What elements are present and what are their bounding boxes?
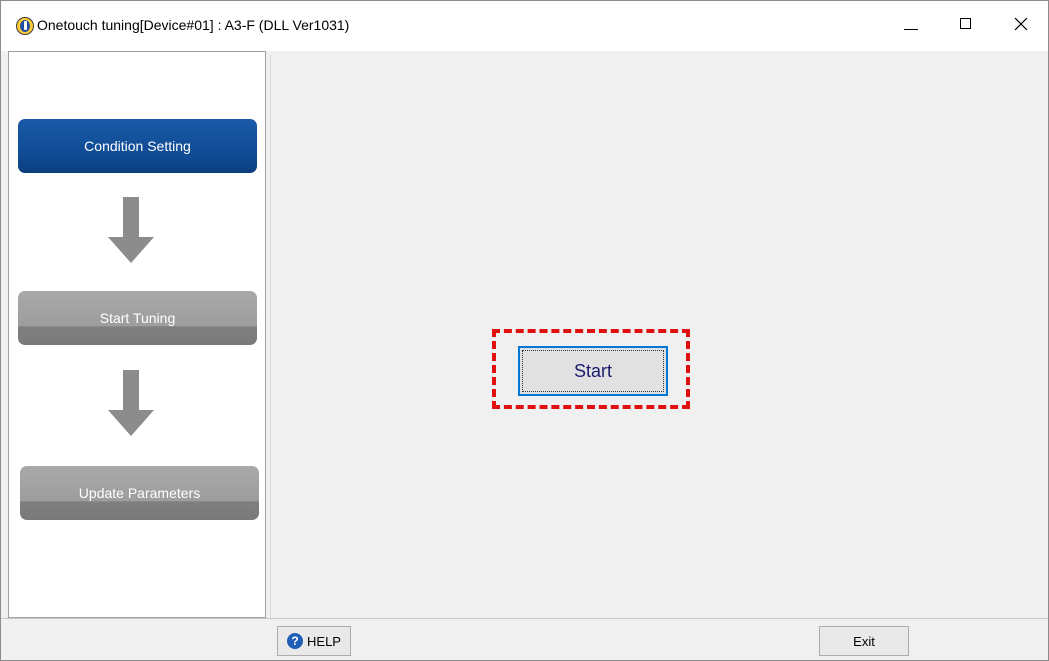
maximize-button[interactable]: [943, 1, 989, 51]
down-arrow-icon: [108, 370, 154, 436]
down-arrow-icon: [108, 197, 154, 263]
onetouch-tuning-window: Onetouch tuning[Device#01] : A3-F (DLL V…: [0, 0, 1049, 661]
maximize-icon: [960, 18, 971, 29]
exit-button-label: Exit: [853, 633, 875, 649]
help-icon: ?: [287, 633, 304, 649]
window-title: Onetouch tuning[Device#01] : A3-F (DLL V…: [37, 17, 350, 33]
step-start-tuning[interactable]: Start Tuning: [18, 291, 257, 345]
main-panel: Start: [270, 55, 1048, 618]
start-button[interactable]: Start: [518, 346, 668, 396]
help-button-label: HELP: [307, 633, 341, 649]
bottom-bar: ? HELP Exit: [1, 618, 1048, 660]
title-bar: Onetouch tuning[Device#01] : A3-F (DLL V…: [1, 1, 1048, 51]
exit-button[interactable]: Exit: [819, 626, 909, 656]
step-panel: Condition Setting Start Tuning Update Pa…: [8, 51, 266, 618]
client-area: Condition Setting Start Tuning Update Pa…: [1, 51, 1048, 660]
step-condition-setting[interactable]: Condition Setting: [18, 119, 257, 173]
app-icon: [16, 17, 34, 35]
close-button[interactable]: [998, 1, 1044, 51]
close-icon: [1014, 17, 1028, 31]
minimize-icon: [904, 29, 918, 30]
help-button[interactable]: ? HELP: [277, 626, 351, 656]
step-update-parameters[interactable]: Update Parameters: [20, 466, 259, 520]
focus-rectangle: [522, 350, 664, 392]
minimize-button[interactable]: [888, 1, 934, 51]
